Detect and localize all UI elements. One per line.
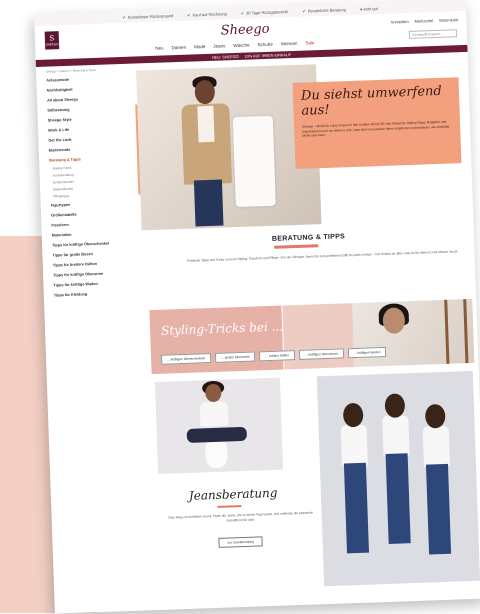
nav-item[interactable]: Wohnen	[281, 41, 298, 47]
model-figure	[176, 75, 241, 227]
service-item: ✔ Persönliche Beratung	[302, 6, 346, 14]
hero-text: Sheego – Mode für curvy Frauen in den Gr…	[302, 119, 450, 138]
cart-link[interactable]: Warenkorb	[439, 17, 459, 23]
rating-badge: ● sehr gut	[359, 5, 378, 12]
title-underline	[274, 244, 319, 249]
model-photo-group	[316, 370, 480, 587]
service-item: ✔ Kauf auf Rechnung	[187, 10, 227, 18]
nav-item[interactable]: Jeans	[213, 43, 225, 48]
clothing-on-hanger	[232, 115, 276, 208]
sidebar-item[interactable]: Tipps für Kleidung	[54, 288, 116, 300]
account-link[interactable]: Anmelden	[391, 19, 409, 25]
nav-item[interactable]: Neu	[155, 46, 163, 51]
title-underline	[217, 505, 242, 508]
hero-title: Du siehst umwerfend aus!	[300, 83, 443, 119]
nav-item[interactable]: Damen	[171, 45, 186, 51]
brand-wordmark[interactable]: Sheego	[220, 22, 269, 39]
check-icon: ✔	[240, 10, 245, 16]
styling-button[interactable]: ... kräftigen Waden	[347, 346, 387, 359]
check-icon: ✔	[302, 8, 306, 14]
logo[interactable]: S SHEEGO	[44, 31, 60, 50]
sidebar-nav: Anlassmode Nachhaltigkeit All about Shee…	[46, 73, 116, 300]
utility-nav: Anmelden Merkzettel Warenkorb	[391, 17, 459, 24]
service-item: ✔ 30 Tage Rückgaberecht	[240, 8, 289, 16]
website-screenshot: ✔ Kostenloser Rückversand ✔ Kauf auf Rechn…	[34, 0, 480, 614]
main-nav: Neu Damen Mode Jeans Wäsche Schuhe Wohne…	[155, 40, 314, 51]
jeans-title: Jeansberatung	[188, 485, 278, 503]
nav-item[interactable]: Mode	[194, 44, 205, 49]
jeans-button[interactable]: zur Jeansberatung	[218, 536, 264, 548]
wishlist-link[interactable]: Merkzettel	[415, 18, 434, 24]
ladder-decor	[444, 299, 469, 364]
jeans-text: Dein Weg zur perfekten Jeans: Finde die …	[168, 510, 313, 523]
nav-item-sale[interactable]: Sale	[305, 40, 314, 45]
section-title: BERATUNG & TIPPS	[271, 233, 346, 243]
search-input[interactable]: Suchbegriff eingeben	[408, 29, 458, 39]
styling-button[interactable]: ... großer Oberweite	[215, 351, 256, 363]
hero-text-box: Du siehst umwerfend aus! Sheego – Mode f…	[292, 77, 462, 169]
nav-item[interactable]: Schuhe	[257, 42, 272, 48]
nav-item[interactable]: Wäsche	[233, 42, 249, 48]
model-photo-seated	[154, 377, 284, 474]
check-icon: ✔	[187, 12, 191, 18]
styling-button[interactable]: ... kräftigen Oberschenkeln	[160, 353, 212, 365]
styling-button[interactable]: ... kräftigen Oberarmen	[298, 348, 345, 360]
styling-button[interactable]: ... breiten Hüften	[259, 350, 296, 362]
check-icon: ✔	[122, 14, 126, 20]
section-text: Entdecke Tipps und Tricks rund um Stylin…	[186, 249, 459, 263]
service-item: ✔ Kostenloser Rückversand	[122, 12, 174, 20]
